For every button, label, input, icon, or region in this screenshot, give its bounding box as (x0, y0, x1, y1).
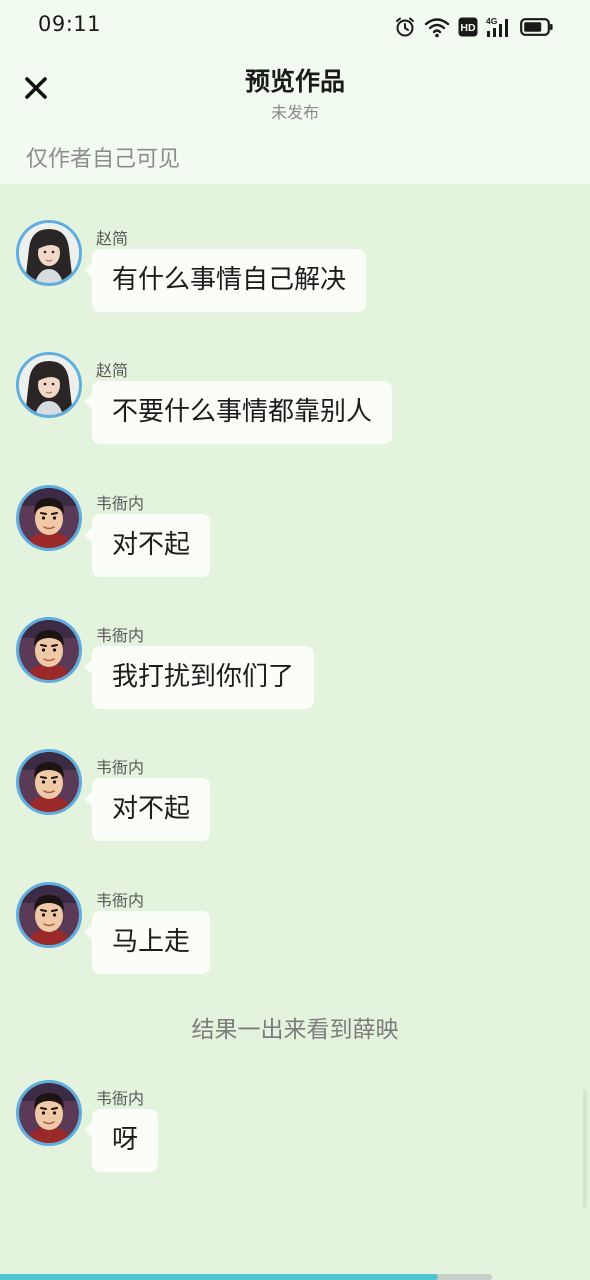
message-item: 韦衙内 对不起 (0, 485, 590, 585)
message-item: 韦衙内 马上走 (0, 882, 590, 982)
message-bubble[interactable]: 有什么事情自己解决 (83, 249, 367, 312)
avatar[interactable] (16, 220, 82, 286)
network-label: 4G (486, 16, 498, 26)
message-list[interactable]: 赵简 有什么事情自己解决 赵简 不要什么事情都靠别人 韦衙内 对不起 韦衙内 我… (0, 184, 590, 1272)
avatar[interactable] (16, 485, 82, 551)
avatar[interactable] (16, 617, 82, 683)
status-icons: HD 4G (394, 14, 554, 40)
message-bubble[interactable]: 我打扰到你们了 (83, 646, 315, 709)
message-item: 韦衙内 呀 (0, 1080, 590, 1180)
message-item: 赵简 不要什么事情都靠别人 (0, 352, 590, 452)
avatar[interactable] (16, 1080, 82, 1146)
header: 预览作品 未发布 仅作者自己可见 (0, 52, 590, 184)
scrollbar[interactable] (583, 1090, 587, 1208)
message-bubble[interactable]: 对不起 (83, 778, 211, 841)
reading-progress-fill (0, 1274, 438, 1280)
status-bar: 09:11 HD 4G (0, 0, 590, 52)
page-title: 预览作品 (244, 67, 345, 96)
sender-name: 韦衙内 (96, 626, 145, 645)
message-item: 韦衙内 我打扰到你们了 (0, 617, 590, 717)
avatar[interactable] (16, 749, 82, 815)
message-bubble[interactable]: 不要什么事情都靠别人 (83, 381, 393, 444)
message-item: 韦衙内 对不起 (0, 749, 590, 849)
hd-icon: HD (458, 17, 478, 37)
sender-name: 韦衙内 (96, 758, 145, 777)
message-item: 赵简 有什么事情自己解决 (0, 220, 590, 320)
sender-name: 赵简 (96, 229, 129, 248)
wifi-icon (424, 16, 450, 38)
status-time: 09:11 (38, 12, 102, 36)
reading-progress-bar (0, 1274, 492, 1280)
narration-text: 结果一出来看到薛映 (191, 1017, 399, 1043)
signal-4g-icon: 4G (486, 16, 512, 38)
alarm-icon (394, 16, 416, 38)
battery-icon (520, 16, 554, 38)
sender-name: 韦衙内 (96, 494, 145, 513)
message-bubble[interactable]: 对不起 (83, 514, 211, 577)
message-bubble[interactable]: 呀 (83, 1109, 159, 1172)
publish-status: 未发布 (270, 103, 319, 122)
visibility-note: 仅作者自己可见 (26, 147, 181, 172)
sender-name: 韦衙内 (96, 1089, 145, 1108)
avatar[interactable] (16, 352, 82, 418)
message-bubble[interactable]: 马上走 (83, 911, 211, 974)
sender-name: 韦衙内 (96, 891, 145, 910)
sender-name: 赵简 (96, 361, 129, 380)
hd-label: HD (460, 22, 476, 34)
avatar[interactable] (16, 882, 82, 948)
